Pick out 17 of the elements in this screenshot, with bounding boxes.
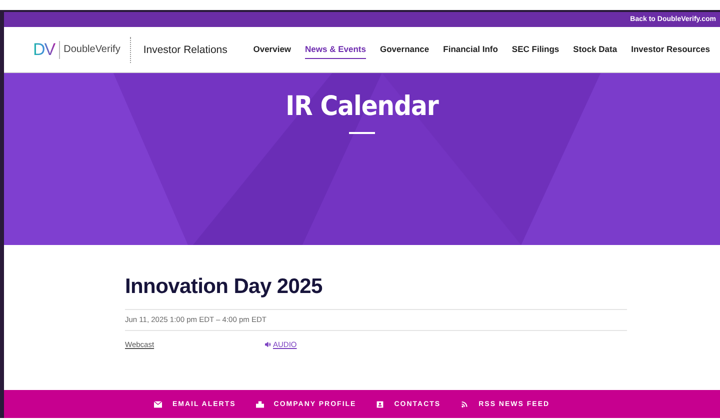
speaker-icon (265, 342, 271, 347)
nav-link[interactable]: Governance (380, 40, 430, 59)
event-title: Innovation Day 2025 (125, 275, 324, 299)
nav-link[interactable]: Investor Resources (631, 40, 710, 59)
envelope-icon (154, 400, 162, 408)
logo-text[interactable]: DoubleVerify (60, 44, 120, 55)
building-icon (256, 400, 264, 408)
page-title: IR Calendar (286, 91, 438, 122)
site-title[interactable]: Investor Relations (143, 44, 228, 56)
nav-link[interactable]: News & Events (305, 40, 366, 59)
nav-link[interactable]: SEC Filings (512, 40, 560, 59)
nav-link[interactable]: Stock Data (573, 40, 618, 59)
contact-card-icon (376, 400, 384, 408)
logo-mark[interactable]: DV (33, 40, 60, 58)
nav-link[interactable]: Overview (253, 40, 292, 59)
nav-link[interactable]: Financial Info (443, 40, 498, 59)
rss-icon (460, 400, 469, 408)
